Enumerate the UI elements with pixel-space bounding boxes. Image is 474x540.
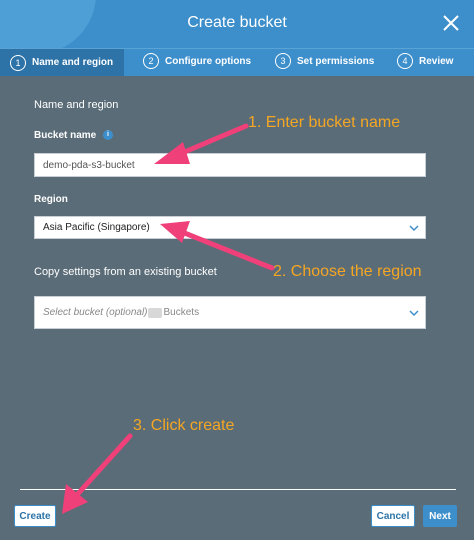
- annotation-enter-bucket-name: 1. Enter bucket name: [248, 114, 401, 131]
- step-label: Name and region: [32, 57, 114, 68]
- bucket-name-value: demo-pda-s3-bucket: [43, 159, 135, 171]
- close-icon[interactable]: [440, 12, 462, 34]
- next-button[interactable]: Next: [423, 505, 457, 527]
- step-set-permissions[interactable]: 3 Set permissions: [275, 53, 374, 69]
- step-number: 1: [10, 54, 26, 71]
- step-configure-options[interactable]: 2 Configure options: [143, 53, 251, 69]
- step-number: 2: [143, 53, 159, 69]
- bucket-name-label: Bucket name i: [34, 130, 114, 141]
- dialog-header: Create bucket: [0, 0, 474, 54]
- annotation-choose-region: 2. Choose the region: [273, 263, 422, 280]
- step-number: 4: [397, 53, 413, 69]
- region-value: Asia Pacific (Singapore): [43, 222, 150, 233]
- step-number: 3: [275, 53, 291, 69]
- region-select[interactable]: Asia Pacific (Singapore): [34, 216, 426, 239]
- wizard-steps: 1 Name and region 2 Configure options 3 …: [0, 48, 474, 76]
- chevron-down-icon: [409, 309, 419, 316]
- annotation-click-create: 3. Click create: [133, 417, 235, 434]
- dialog-title: Create bucket: [187, 14, 287, 31]
- section-title: Name and region: [34, 99, 119, 111]
- chevron-down-icon: [409, 224, 419, 231]
- copy-settings-suffix: Buckets: [163, 307, 200, 318]
- copy-settings-select[interactable]: Select bucket (optional) Buckets: [34, 296, 426, 329]
- cancel-button[interactable]: Cancel: [371, 505, 415, 527]
- bucket-name-input[interactable]: demo-pda-s3-bucket: [34, 153, 426, 177]
- region-label: Region: [34, 194, 68, 205]
- step-review[interactable]: 4 Review: [397, 53, 453, 69]
- create-bucket-dialog: Create bucket 1 Name and region 2 Config…: [0, 0, 474, 540]
- footer-divider: [20, 489, 456, 490]
- step-label: Configure options: [165, 55, 252, 67]
- copy-settings-label: Copy settings from an existing bucket: [34, 266, 217, 278]
- copy-settings-placeholder: Select bucket (optional): [43, 307, 148, 318]
- step-label: Set permissions: [297, 55, 375, 67]
- bucket-name-label-text: Bucket name: [34, 130, 97, 141]
- step-label: Review: [419, 55, 454, 67]
- arrow-to-create: [62, 433, 133, 514]
- info-icon[interactable]: i: [103, 130, 114, 141]
- create-button[interactable]: Create: [14, 505, 56, 527]
- redacted-count: [147, 307, 162, 318]
- step-name-and-region[interactable]: 1 Name and region: [0, 49, 124, 76]
